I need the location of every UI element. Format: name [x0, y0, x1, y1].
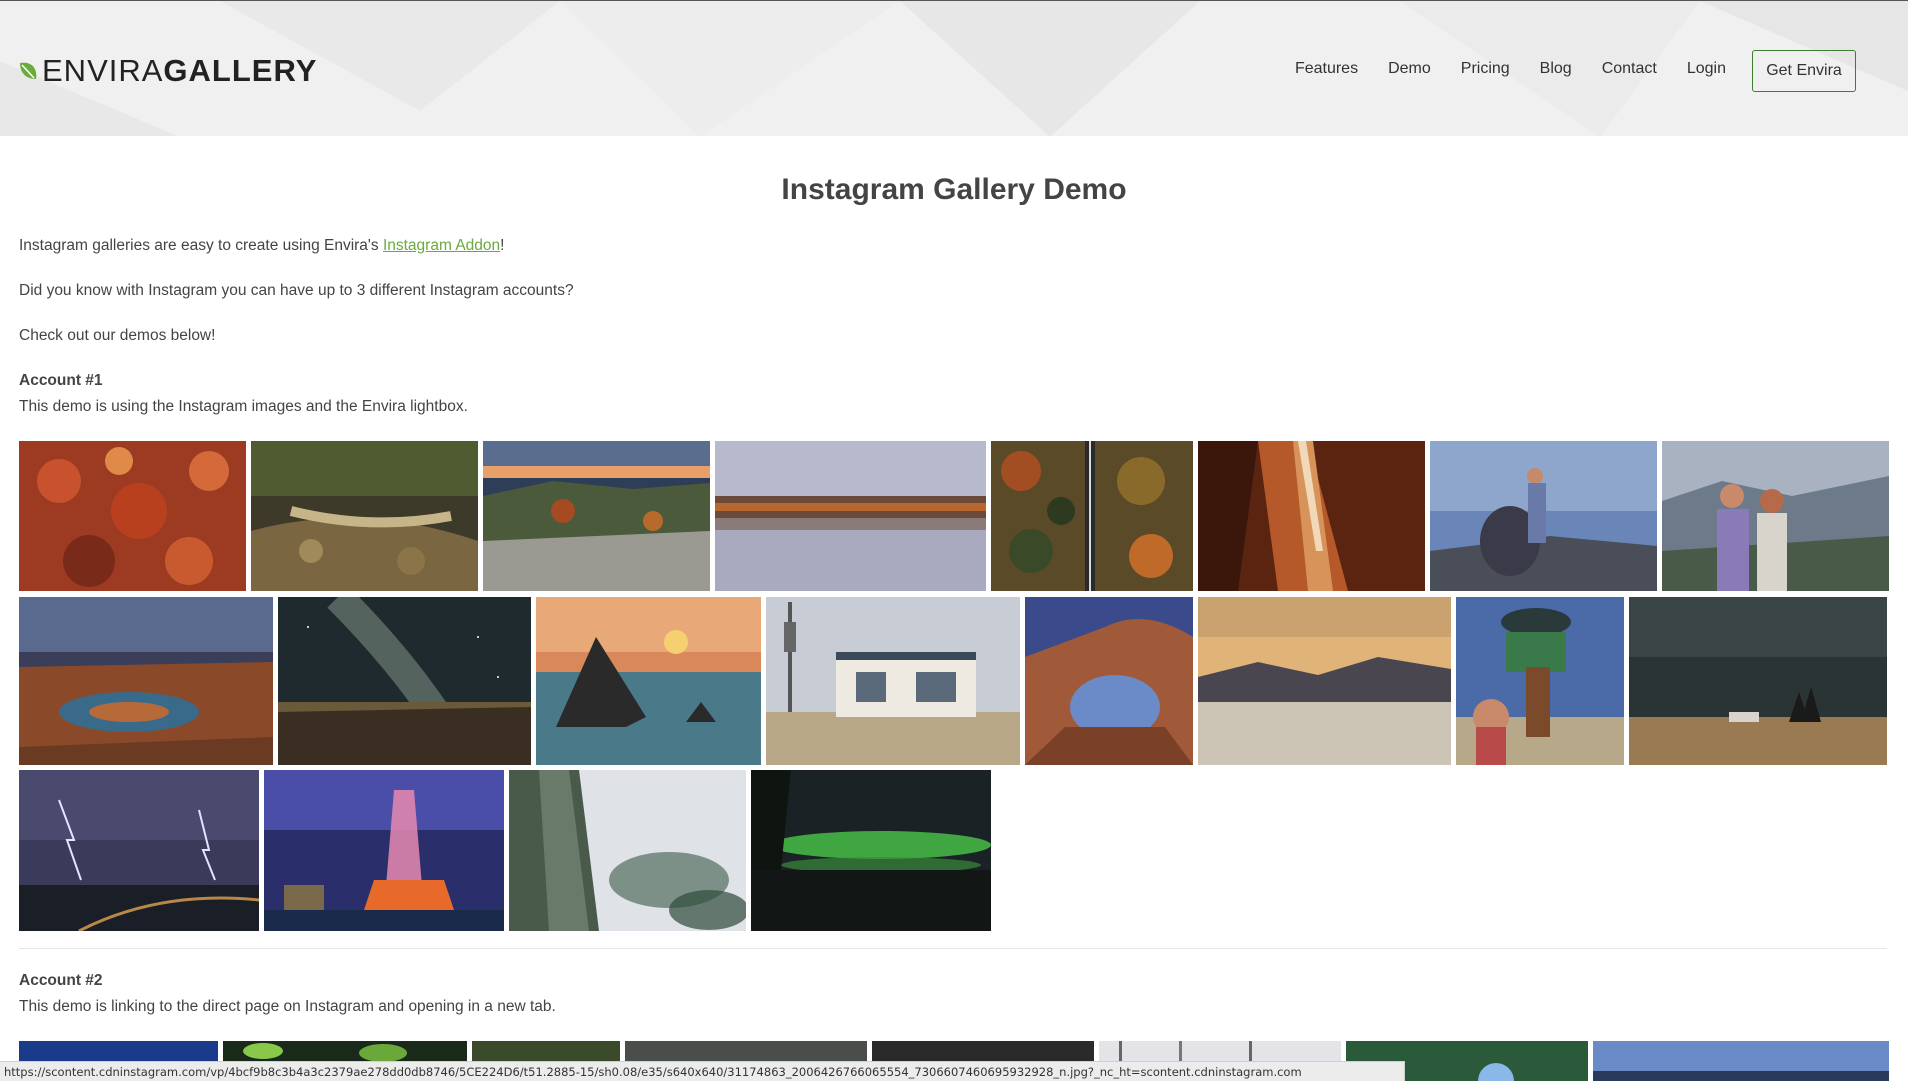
mountain-sunset-photo[interactable]: [483, 441, 710, 591]
nav-item-blog[interactable]: Blog: [1540, 60, 1572, 78]
gallery-row-3: [19, 770, 991, 931]
demos-paragraph: Check out our demos below!: [19, 327, 216, 344]
roadside-sign-photo[interactable]: [1456, 597, 1624, 765]
lightning-city-photo[interactable]: [19, 770, 259, 931]
instagram-addon-link[interactable]: Instagram Addon: [383, 237, 500, 254]
fountain-night-photo[interactable]: [264, 770, 504, 931]
old-gas-station-photo[interactable]: [766, 597, 1020, 765]
site-header: ENVIRA GALLERY Features Demo Pricing Blog…: [0, 0, 1908, 136]
canyon-river-bend-photo[interactable]: [19, 597, 273, 765]
section-divider: [19, 948, 1887, 949]
foggy-cliff-photo[interactable]: [509, 770, 746, 931]
account2-photo-8[interactable]: [1593, 1041, 1889, 1081]
accounts-paragraph: Did you know with Instagram you can have…: [19, 282, 574, 299]
slot-canyon-photo[interactable]: [1198, 441, 1425, 591]
envira-logo[interactable]: ENVIRA GALLERY: [18, 51, 317, 91]
intro-end: !: [500, 237, 505, 254]
sea-stack-sunset-photo[interactable]: [536, 597, 761, 765]
account-2-description: This demo is linking to the direct page …: [19, 998, 556, 1015]
desert-dunes-photo[interactable]: [1198, 597, 1451, 765]
logo-text-light: ENVIRA: [42, 53, 164, 88]
couple-mountains-photo[interactable]: [1662, 441, 1889, 591]
account-1-description: This demo is using the Instagram images …: [19, 398, 468, 415]
intro-text: Instagram galleries are easy to create u…: [19, 237, 383, 254]
nav-item-login[interactable]: Login: [1687, 60, 1726, 78]
aerial-forest-road-photo[interactable]: [991, 441, 1193, 591]
page-title: Instagram Gallery Demo: [781, 173, 1127, 206]
browser-status-bar: https://scontent.cdninstagram.com/vp/4bc…: [0, 1061, 1405, 1081]
couple-cliff-photo[interactable]: [1430, 441, 1657, 591]
aurora-lake-photo[interactable]: [751, 770, 991, 931]
forest-stream-photo[interactable]: [251, 441, 478, 591]
logo-text-bold: GALLERY: [163, 53, 318, 88]
milky-way-photo[interactable]: [278, 597, 531, 765]
get-envira-button[interactable]: Get Envira: [1752, 50, 1856, 92]
intro-paragraph: Instagram galleries are easy to create u…: [19, 237, 504, 255]
nav-item-pricing[interactable]: Pricing: [1461, 60, 1510, 78]
gallery-row-1: [19, 441, 1889, 591]
nav-item-contact[interactable]: Contact: [1602, 60, 1657, 78]
nav-item-demo[interactable]: Demo: [1388, 60, 1431, 78]
account-2-heading: Account #2: [19, 972, 103, 989]
storm-field-photo[interactable]: [1629, 597, 1887, 765]
main-nav: Features Demo Pricing Blog Contact Login: [1265, 60, 1726, 78]
nav-item-features[interactable]: Features: [1295, 60, 1358, 78]
autumn-leaves-photo[interactable]: [19, 441, 246, 591]
rock-arch-photo[interactable]: [1025, 597, 1193, 765]
gallery-row-2: [19, 597, 1887, 765]
leaf-icon: [20, 62, 37, 79]
misty-lake-photo[interactable]: [715, 441, 986, 591]
account-1-heading: Account #1: [19, 372, 103, 389]
